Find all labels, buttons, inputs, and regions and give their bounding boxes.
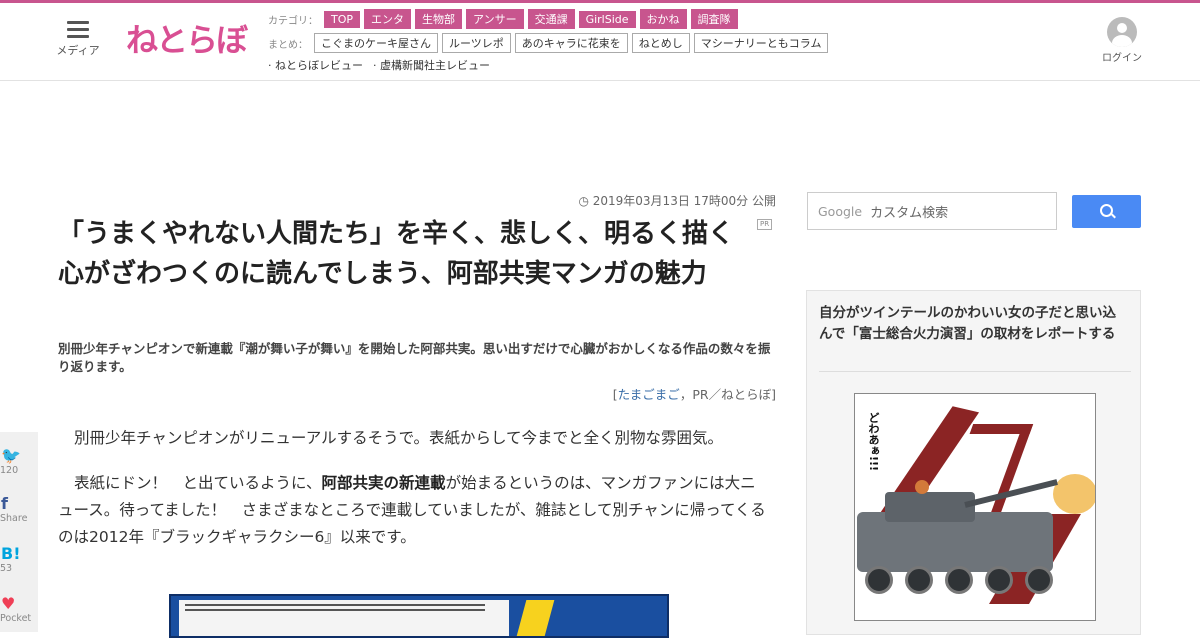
- matome-label: まとめ：: [268, 39, 308, 51]
- byline-rest: ，PR／ねとらぼ]: [679, 387, 776, 402]
- category-nav: カテゴリ： TOP エンタ 生物部 アンサー 交通課 GirlSide おかね …: [268, 9, 742, 29]
- share-facebook[interactable]: f Share: [0, 494, 38, 524]
- publish-date-text: 2019年03月13日 17時00分 公開: [592, 194, 776, 208]
- divider: [819, 371, 1131, 372]
- article-lead: 別冊少年チャンピオンで新連載『潮が舞い子が舞い』を開始した阿部共実。思い出すだけ…: [58, 341, 771, 374]
- share-twitter[interactable]: 🐦 120: [0, 446, 38, 476]
- media-menu-button[interactable]: メディア: [55, 21, 101, 58]
- twitter-icon: 🐦: [1, 446, 21, 465]
- search-button[interactable]: [1072, 195, 1141, 228]
- category-top[interactable]: TOP: [324, 10, 361, 28]
- search-placeholder: カスタム検索: [870, 205, 949, 221]
- share-count: 120: [0, 465, 19, 476]
- matome-item[interactable]: マシーナリーともコラム: [693, 33, 829, 53]
- article-title: 「うまくやれない人間たち」を辛く、悲しく、明るく描く 心がざわつくのに読んでしま…: [58, 219, 761, 289]
- publish-date: ◷ 2019年03月13日 17時00分 公開: [560, 192, 776, 209]
- article-paragraph: 表紙にドン！ と出ているように、阿部共実の新連載が始まるというのは、マンガファン…: [58, 470, 770, 551]
- search-input[interactable]: Google カスタム検索: [807, 192, 1057, 230]
- sidebar-feature-title[interactable]: 自分がツインテールのかわいい女の子だと思い込んで「富士総合火力演習」の取材をレポ…: [819, 303, 1124, 345]
- share-hatena[interactable]: B! 53: [0, 544, 38, 574]
- hatena-icon: B!: [1, 544, 21, 563]
- review-link[interactable]: · ねとらぼレビュー: [268, 57, 363, 73]
- paragraph-text: 表紙にドン！ と出ているように、: [74, 474, 322, 492]
- feature-manga-image[interactable]: どわあぁ!!!: [854, 393, 1096, 621]
- login-button[interactable]: ログイン: [1098, 17, 1146, 64]
- matome-item[interactable]: あのキャラに花束を: [514, 33, 628, 53]
- category-enta[interactable]: エンタ: [364, 9, 412, 29]
- author-link[interactable]: たまごまご: [618, 387, 680, 402]
- matome-item[interactable]: ルーツレポ: [442, 33, 511, 53]
- media-menu-label: メディア: [56, 44, 100, 57]
- clock-icon: ◷: [578, 194, 589, 208]
- review-link[interactable]: · 虚構新聞社主レビュー: [373, 57, 490, 73]
- article-byline: [たまごまご，PR／ねとらぼ]: [480, 384, 776, 403]
- category-answer[interactable]: アンサー: [466, 9, 524, 29]
- share-count: Pocket: [0, 613, 32, 624]
- facebook-icon: f: [1, 494, 8, 513]
- paragraph-emphasis: 阿部共実の新連載: [321, 474, 446, 492]
- google-brand-label: Google: [818, 203, 863, 219]
- site-logo[interactable]: ねとらぼ: [126, 15, 248, 61]
- share-pocket[interactable]: ♥ Pocket: [0, 594, 38, 624]
- review-nav: · ねとらぼレビュー · 虚構新聞社主レビュー: [268, 57, 500, 73]
- category-seibutsu[interactable]: 生物部: [415, 9, 463, 29]
- manga-speech-bubble: どわあぁ!!!: [867, 412, 880, 472]
- share-bar: 🐦 120 f Share B! 53 ♥ Pocket: [0, 432, 38, 632]
- magazine-cover-image: [169, 594, 669, 638]
- avatar-icon: [1107, 17, 1137, 47]
- sidebar-feature[interactable]: 自分がツインテールのかわいい女の子だと思い込んで「富士総合火力演習」の取材をレポ…: [806, 290, 1141, 635]
- hamburger-icon: [67, 21, 89, 38]
- login-label: ログイン: [1102, 53, 1142, 64]
- share-count: 53: [0, 563, 13, 574]
- category-okane[interactable]: おかね: [639, 9, 687, 29]
- share-count: Share: [0, 513, 28, 524]
- category-label: カテゴリ：: [268, 15, 318, 27]
- search-icon: [1100, 204, 1113, 217]
- category-chousatai[interactable]: 調査隊: [690, 9, 738, 29]
- matome-item[interactable]: ねとめし: [631, 33, 690, 53]
- pocket-icon: ♥: [1, 594, 16, 613]
- category-girlside[interactable]: GirlSide: [578, 10, 636, 28]
- matome-nav: まとめ： こぐまのケーキ屋さん ルーツレポ あのキャラに花束を ねとめし マシー…: [268, 33, 832, 53]
- article-paragraph: 別冊少年チャンピオンがリニューアルするそうで。表紙からして今までと全く別物な雰囲…: [74, 429, 723, 447]
- site-header: メディア ねとらぼ カテゴリ： TOP エンタ 生物部 アンサー 交通課 Gir…: [0, 3, 1200, 81]
- matome-item[interactable]: こぐまのケーキ屋さん: [314, 33, 438, 53]
- category-koutsu[interactable]: 交通課: [527, 9, 575, 29]
